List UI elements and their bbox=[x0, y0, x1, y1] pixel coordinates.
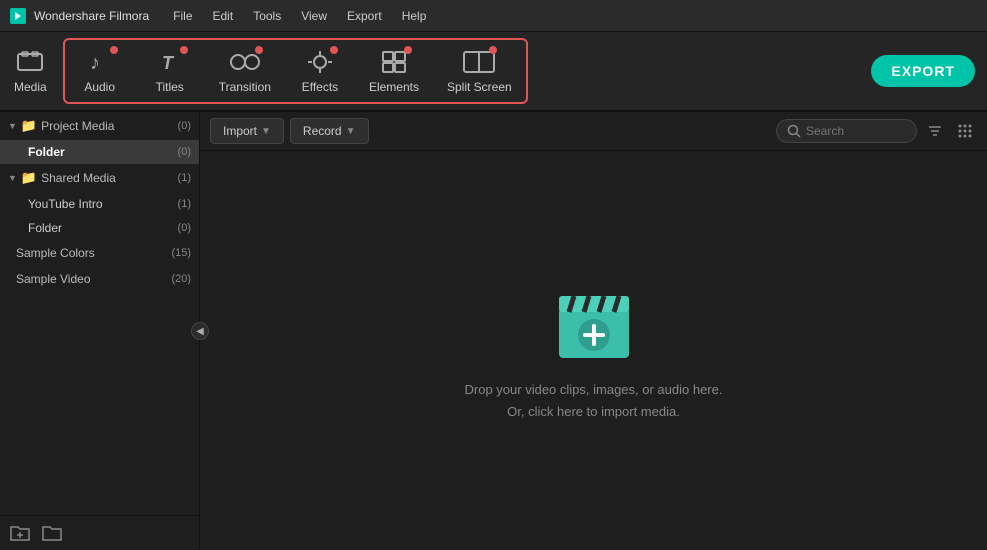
app-name: Wondershare Filmora bbox=[34, 9, 149, 23]
sidebar-section-sample-colors[interactable]: Sample Colors (15) bbox=[0, 240, 199, 266]
audio-label: Audio bbox=[84, 80, 115, 94]
menu-help[interactable]: Help bbox=[394, 7, 435, 25]
title-bar: Wondershare Filmora File Edit Tools View… bbox=[0, 0, 987, 32]
split-screen-icon-wrap bbox=[463, 48, 495, 76]
content-toolbar: Import ▼ Record ▼ bbox=[200, 112, 987, 151]
content-area: Import ▼ Record ▼ bbox=[200, 112, 987, 550]
drop-text: Drop your video clips, images, or audio … bbox=[465, 379, 723, 423]
import-button[interactable]: Import ▼ bbox=[210, 118, 284, 144]
toolbar-transition[interactable]: Transition bbox=[205, 40, 285, 102]
drop-area[interactable]: Drop your video clips, images, or audio … bbox=[200, 151, 987, 550]
sidebar-collapse-arrow[interactable]: ◀ bbox=[191, 322, 209, 340]
sample-colors-count: (15) bbox=[171, 247, 191, 259]
sidebar: ▼ 📁 Project Media (0) Folder (0) ▼ 📁 Sha… bbox=[0, 112, 200, 550]
elements-icon-wrap bbox=[378, 48, 410, 76]
titles-icon-wrap: T bbox=[154, 48, 186, 76]
toolbar-elements[interactable]: Elements bbox=[355, 40, 433, 102]
menu-view[interactable]: View bbox=[293, 7, 335, 25]
chevron-down-icon: ▼ bbox=[8, 121, 17, 131]
sample-video-count: (20) bbox=[171, 273, 191, 285]
menu-tools[interactable]: Tools bbox=[245, 7, 289, 25]
transition-dot bbox=[255, 46, 263, 54]
grid-icon[interactable] bbox=[953, 121, 977, 141]
split-screen-label: Split Screen bbox=[447, 80, 512, 94]
app-logo bbox=[10, 8, 26, 24]
search-box bbox=[776, 119, 917, 143]
toolbar-titles[interactable]: T Titles bbox=[135, 40, 205, 102]
clapperboard-icon bbox=[549, 278, 639, 363]
project-media-label: Project Media bbox=[41, 119, 114, 133]
search-icon bbox=[787, 124, 801, 138]
menu-bar: File Edit Tools View Export Help bbox=[165, 7, 434, 25]
folder-link-icon[interactable] bbox=[42, 524, 62, 542]
menu-file[interactable]: File bbox=[165, 7, 200, 25]
titles-label: Titles bbox=[156, 80, 184, 94]
new-folder-icon[interactable] bbox=[10, 524, 30, 542]
shared-media-label: Shared Media bbox=[41, 171, 116, 185]
sidebar-section-sample-video[interactable]: Sample Video (20) bbox=[0, 266, 199, 292]
drop-line1: Drop your video clips, images, or audio … bbox=[465, 379, 723, 401]
main-area: ▼ 📁 Project Media (0) Folder (0) ▼ 📁 Sha… bbox=[0, 112, 987, 550]
transition-icon-wrap bbox=[229, 48, 261, 76]
audio-dot bbox=[110, 46, 118, 54]
search-input[interactable] bbox=[806, 124, 906, 138]
folder2-count: (0) bbox=[178, 222, 191, 234]
folder-count: (0) bbox=[178, 146, 191, 158]
transition-label: Transition bbox=[219, 80, 271, 94]
sidebar-item-youtube-intro[interactable]: YouTube Intro (1) bbox=[0, 192, 199, 216]
split-screen-dot bbox=[489, 46, 497, 54]
toolbar-media[interactable]: Media bbox=[0, 32, 61, 110]
folder-icon: 📁 bbox=[21, 118, 37, 134]
sidebar-bottom bbox=[0, 515, 199, 550]
effects-dot bbox=[330, 46, 338, 54]
folder2-label: Folder bbox=[28, 221, 62, 235]
record-button[interactable]: Record ▼ bbox=[290, 118, 369, 144]
effects-icon-wrap bbox=[304, 48, 336, 76]
chevron-down-icon-2: ▼ bbox=[8, 173, 17, 183]
media-label: Media bbox=[14, 80, 47, 94]
effects-label: Effects bbox=[302, 80, 338, 94]
toolbar: Media ♪ Audio T Titles bbox=[0, 32, 987, 112]
export-button[interactable]: EXPORT bbox=[871, 55, 975, 87]
audio-icon-wrap: ♪ bbox=[84, 48, 116, 76]
record-label: Record bbox=[303, 124, 342, 138]
sidebar-item-folder[interactable]: Folder (0) bbox=[0, 140, 199, 164]
sidebar-section-project-media[interactable]: ▼ 📁 Project Media (0) bbox=[0, 112, 199, 140]
elements-dot bbox=[404, 46, 412, 54]
media-icon-wrap bbox=[14, 48, 46, 76]
import-label: Import bbox=[223, 124, 257, 138]
menu-export[interactable]: Export bbox=[339, 7, 390, 25]
sample-video-label: Sample Video bbox=[16, 272, 91, 286]
youtube-intro-label: YouTube Intro bbox=[28, 197, 103, 211]
svg-text:♪: ♪ bbox=[90, 52, 100, 74]
import-chevron-icon: ▼ bbox=[261, 126, 271, 137]
toolbar-split-screen[interactable]: Split Screen bbox=[433, 40, 526, 102]
project-media-count: (0) bbox=[178, 120, 191, 132]
sidebar-item-folder2[interactable]: Folder (0) bbox=[0, 216, 199, 240]
sample-colors-label: Sample Colors bbox=[16, 246, 95, 260]
shared-media-count: (1) bbox=[178, 172, 191, 184]
elements-label: Elements bbox=[369, 80, 419, 94]
svg-text:T: T bbox=[162, 53, 175, 73]
filter-icon[interactable] bbox=[923, 121, 947, 141]
folder-icon-2: 📁 bbox=[21, 170, 37, 186]
record-chevron-icon: ▼ bbox=[346, 126, 356, 137]
sidebar-tree: ▼ 📁 Project Media (0) Folder (0) ▼ 📁 Sha… bbox=[0, 112, 199, 515]
titles-dot bbox=[180, 46, 188, 54]
drop-line2: Or, click here to import media. bbox=[465, 401, 723, 423]
toolbar-effects[interactable]: Effects bbox=[285, 40, 355, 102]
toolbar-audio[interactable]: ♪ Audio bbox=[65, 40, 135, 102]
menu-edit[interactable]: Edit bbox=[205, 7, 242, 25]
folder-label: Folder bbox=[28, 145, 65, 159]
sidebar-section-shared-media[interactable]: ▼ 📁 Shared Media (1) bbox=[0, 164, 199, 192]
youtube-intro-count: (1) bbox=[178, 198, 191, 210]
